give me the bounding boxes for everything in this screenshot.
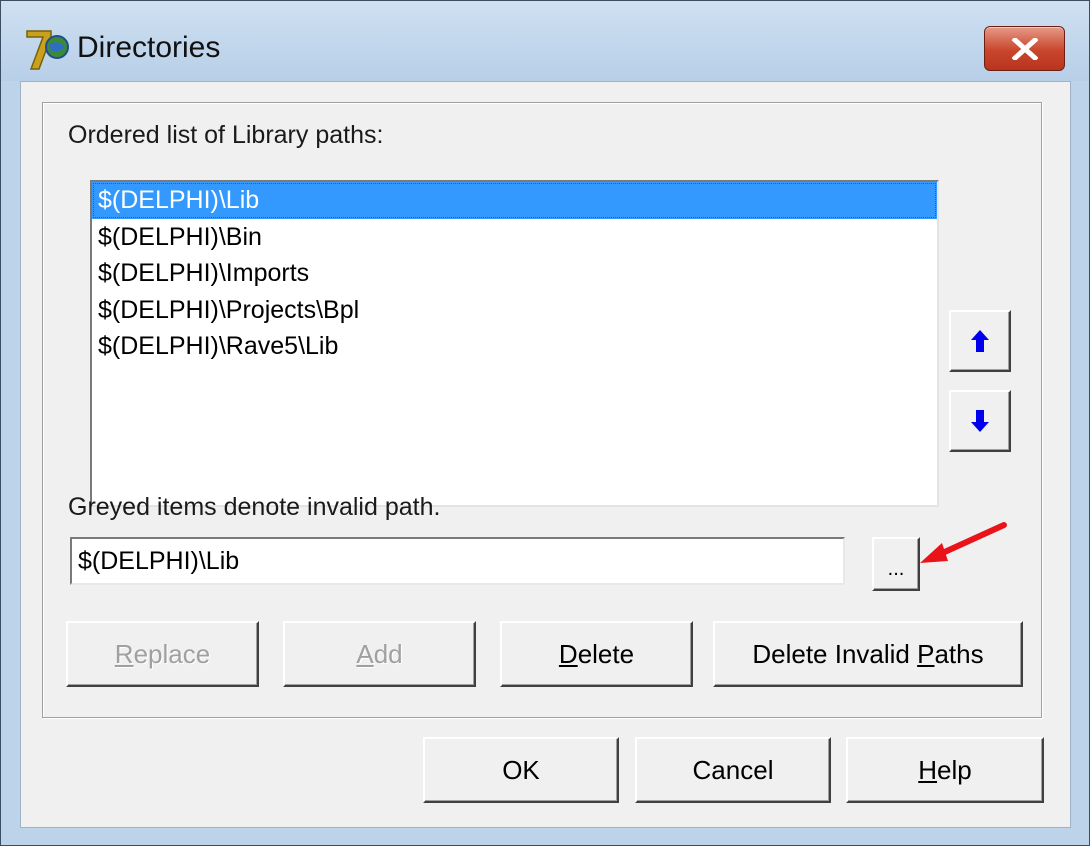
list-item[interactable]: $(DELPHI)\Lib — [92, 182, 937, 219]
replace-button[interactable]: Replace — [66, 621, 259, 687]
title-bar[interactable]: Directories — [1, 1, 1089, 81]
close-icon — [1011, 37, 1038, 60]
list-item[interactable]: $(DELPHI)\Rave5\Lib — [92, 328, 937, 365]
arrow-down-icon — [971, 410, 989, 432]
dialog-client-area: Ordered list of Library paths: $(DELPHI)… — [20, 81, 1071, 828]
red-arrow-icon — [920, 522, 1007, 563]
arrow-up-icon — [971, 330, 989, 352]
help-button[interactable]: Help — [846, 737, 1044, 803]
ok-button[interactable]: OK — [423, 737, 619, 803]
move-up-button[interactable] — [949, 310, 1011, 372]
browse-button[interactable]: ... — [872, 537, 920, 591]
delete-button[interactable]: Delete — [500, 621, 693, 687]
directories-dialog: Directories Ordered list of Library path… — [0, 0, 1090, 846]
move-down-button[interactable] — [949, 390, 1011, 452]
library-paths-group: Ordered list of Library paths: $(DELPHI)… — [42, 102, 1042, 718]
add-button[interactable]: Add — [283, 621, 476, 687]
path-input[interactable]: $(DELPHI)\Lib — [70, 537, 845, 585]
list-item[interactable]: $(DELPHI)\Imports — [92, 255, 937, 292]
invalid-path-hint: Greyed items denote invalid path. — [68, 493, 441, 521]
delphi-7-icon — [26, 30, 69, 70]
cancel-button[interactable]: Cancel — [635, 737, 831, 803]
delete-invalid-paths-button[interactable]: Delete Invalid Paths — [713, 621, 1023, 687]
list-label: Ordered list of Library paths: — [68, 121, 384, 149]
window-title: Directories — [77, 31, 221, 64]
list-item[interactable]: $(DELPHI)\Bin — [92, 219, 937, 256]
library-paths-list[interactable]: $(DELPHI)\Lib $(DELPHI)\Bin $(DELPHI)\Im… — [90, 180, 939, 507]
close-button[interactable] — [984, 26, 1065, 71]
list-item[interactable]: $(DELPHI)\Projects\Bpl — [92, 292, 937, 329]
